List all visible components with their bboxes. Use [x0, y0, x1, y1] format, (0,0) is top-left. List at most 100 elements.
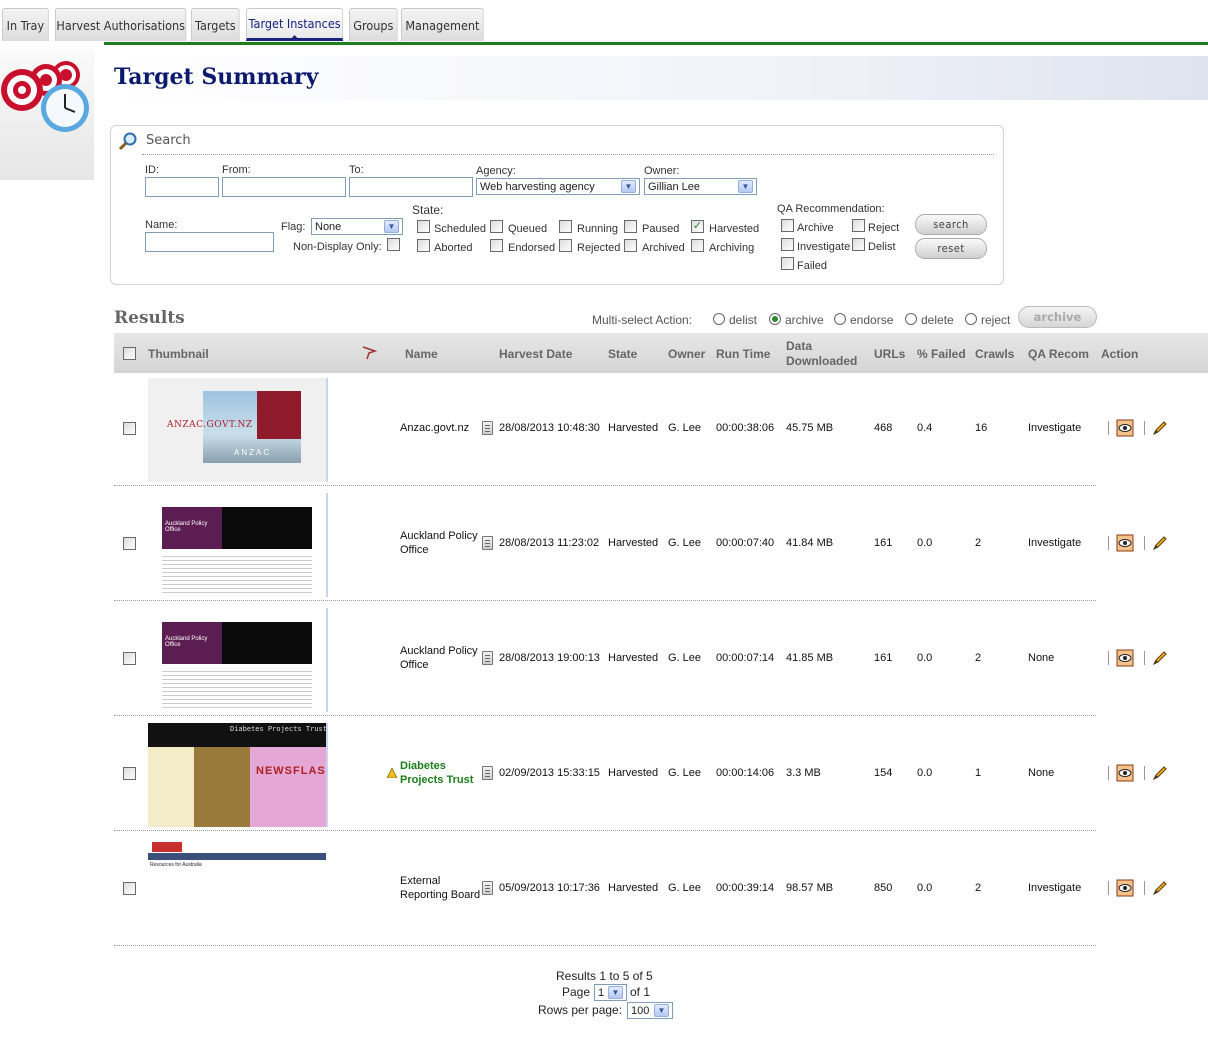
col-data-downloaded-1[interactable]: Data	[786, 339, 812, 353]
non-display-checkbox[interactable]	[387, 238, 400, 251]
multiselect-archive-button[interactable]: archive	[1018, 306, 1097, 328]
view-eye-icon[interactable]	[1116, 419, 1134, 437]
view-eye-icon[interactable]	[1116, 534, 1134, 552]
state-running-checkbox[interactable]	[559, 220, 572, 233]
thumbnail-anzac[interactable]: ANZAC.GOVT.NZ ANZAC	[148, 378, 328, 482]
row-checkbox[interactable]	[123, 652, 136, 665]
edit-pencil-icon[interactable]	[1151, 764, 1169, 782]
chevron-down-icon: ▼	[654, 1004, 669, 1017]
tab-in-tray[interactable]: In Tray	[2, 8, 49, 41]
row-failed: 0.0	[917, 767, 933, 779]
view-eye-icon[interactable]	[1116, 764, 1134, 782]
agency-select[interactable]: Web harvesting agency ▼	[476, 178, 640, 195]
page-select[interactable]: 1 ▼	[594, 984, 627, 1001]
action-reject-radio[interactable]	[965, 313, 977, 325]
from-field[interactable]	[222, 177, 346, 197]
flag-select[interactable]: None ▼	[311, 218, 403, 235]
row-name[interactable]: Auckland Policy	[400, 645, 478, 657]
flag-icon[interactable]	[361, 346, 377, 360]
row-checkbox[interactable]	[123, 767, 136, 780]
thumbnail-diabetes[interactable]: Diabetes Projects Trust NEWSFLASH	[148, 723, 328, 827]
owner-select[interactable]: Gillian Lee ▼	[644, 178, 757, 195]
col-owner[interactable]: Owner	[668, 347, 705, 361]
row-state: Harvested	[608, 882, 659, 894]
col-data-downloaded-2[interactable]: Downloaded	[786, 354, 857, 368]
col-failed[interactable]: % Failed	[917, 347, 966, 361]
tab-management[interactable]: Management	[401, 8, 484, 41]
notes-icon[interactable]	[482, 536, 493, 550]
row-harvest-date: 02/09/2013 15:33:15	[499, 767, 600, 779]
row-name-cont[interactable]: Office	[400, 544, 429, 556]
col-name[interactable]: Name	[405, 347, 438, 361]
id-field[interactable]	[145, 177, 219, 197]
notes-icon[interactable]	[482, 766, 493, 780]
row-name[interactable]: Anzac.govt.nz	[400, 422, 469, 434]
select-all-checkbox[interactable]	[123, 347, 136, 360]
tab-label: In Tray	[6, 17, 45, 33]
col-state[interactable]: State	[608, 347, 637, 361]
tab-label: Management	[405, 17, 480, 33]
row-checkbox[interactable]	[123, 537, 136, 550]
qa-investigate-checkbox[interactable]	[781, 238, 794, 251]
qa-archive-checkbox[interactable]	[781, 219, 794, 232]
thumbnail-auckland-policy-1[interactable]: Auckland Policy Office	[148, 493, 328, 597]
row-name[interactable]: External	[400, 875, 440, 887]
thumbnail-external-reporting[interactable]: Resources for Australia	[148, 838, 328, 898]
row-name[interactable]: Diabetes	[400, 760, 446, 772]
state-aborted-checkbox[interactable]	[417, 239, 430, 252]
edit-pencil-icon[interactable]	[1151, 534, 1169, 552]
row-name[interactable]: Auckland Policy	[400, 530, 478, 542]
row-urls: 850	[874, 882, 893, 894]
row-urls: 154	[874, 767, 893, 779]
action-delete-radio[interactable]	[905, 313, 917, 325]
row-name-cont[interactable]: Projects Trust	[400, 774, 473, 786]
action-divider	[1144, 421, 1145, 435]
to-field[interactable]	[349, 177, 473, 197]
edit-pencil-icon[interactable]	[1151, 649, 1169, 667]
row-harvest-date: 28/08/2013 19:00:13	[499, 652, 600, 664]
state-archiving-checkbox[interactable]	[691, 239, 704, 252]
notes-icon[interactable]	[482, 421, 493, 435]
tab-targets[interactable]: Targets	[191, 8, 240, 41]
search-button[interactable]: search	[915, 214, 987, 235]
qa-reject-checkbox[interactable]	[852, 219, 865, 232]
action-archive-radio[interactable]	[769, 313, 781, 325]
reset-button[interactable]: reset	[915, 238, 987, 259]
notes-icon[interactable]	[482, 881, 493, 895]
thumbnail-auckland-policy-2[interactable]: Auckland Policy Office	[148, 608, 328, 712]
col-harvest-date[interactable]: Harvest Date	[499, 347, 572, 361]
view-eye-icon[interactable]	[1116, 649, 1134, 667]
notes-icon[interactable]	[482, 651, 493, 665]
col-crawls[interactable]: Crawls	[975, 347, 1014, 361]
qa-delist-checkbox[interactable]	[852, 238, 865, 251]
tab-target-instances[interactable]: Target Instances	[246, 8, 344, 41]
tab-groups[interactable]: Groups	[349, 8, 398, 41]
state-rejected-checkbox[interactable]	[559, 239, 572, 252]
row-name-cont[interactable]: Reporting Board	[400, 889, 480, 901]
col-run-time[interactable]: Run Time	[716, 347, 770, 361]
state-paused-checkbox[interactable]	[624, 220, 637, 233]
state-scheduled-checkbox[interactable]	[417, 220, 430, 233]
row-run-time: 00:00:07:40	[716, 537, 775, 549]
col-qa-recom[interactable]: QA Recom	[1028, 347, 1089, 361]
thumb-dark-panel	[222, 622, 312, 664]
edit-pencil-icon[interactable]	[1151, 419, 1169, 437]
name-field[interactable]	[145, 232, 274, 252]
chevron-down-icon: ▼	[384, 220, 399, 233]
edit-pencil-icon[interactable]	[1151, 879, 1169, 897]
row-name-cont[interactable]: Office	[400, 659, 429, 671]
rows-per-page-select[interactable]: 100 ▼	[627, 1002, 673, 1019]
state-archived-checkbox[interactable]	[624, 239, 637, 252]
col-urls[interactable]: URLs	[874, 347, 905, 361]
state-queued-checkbox[interactable]	[490, 220, 503, 233]
row-checkbox[interactable]	[123, 882, 136, 895]
action-delist-radio[interactable]	[713, 313, 725, 325]
col-thumbnail[interactable]: Thumbnail	[148, 347, 209, 361]
tab-harvest-authorisations[interactable]: Harvest Authorisations	[55, 8, 187, 41]
state-harvested-checkbox[interactable]: ✓	[691, 220, 704, 233]
action-endorse-radio[interactable]	[834, 313, 846, 325]
qa-failed-checkbox[interactable]	[781, 257, 794, 270]
state-endorsed-checkbox[interactable]	[490, 239, 503, 252]
row-checkbox[interactable]	[123, 422, 136, 435]
view-eye-icon[interactable]	[1116, 879, 1134, 897]
